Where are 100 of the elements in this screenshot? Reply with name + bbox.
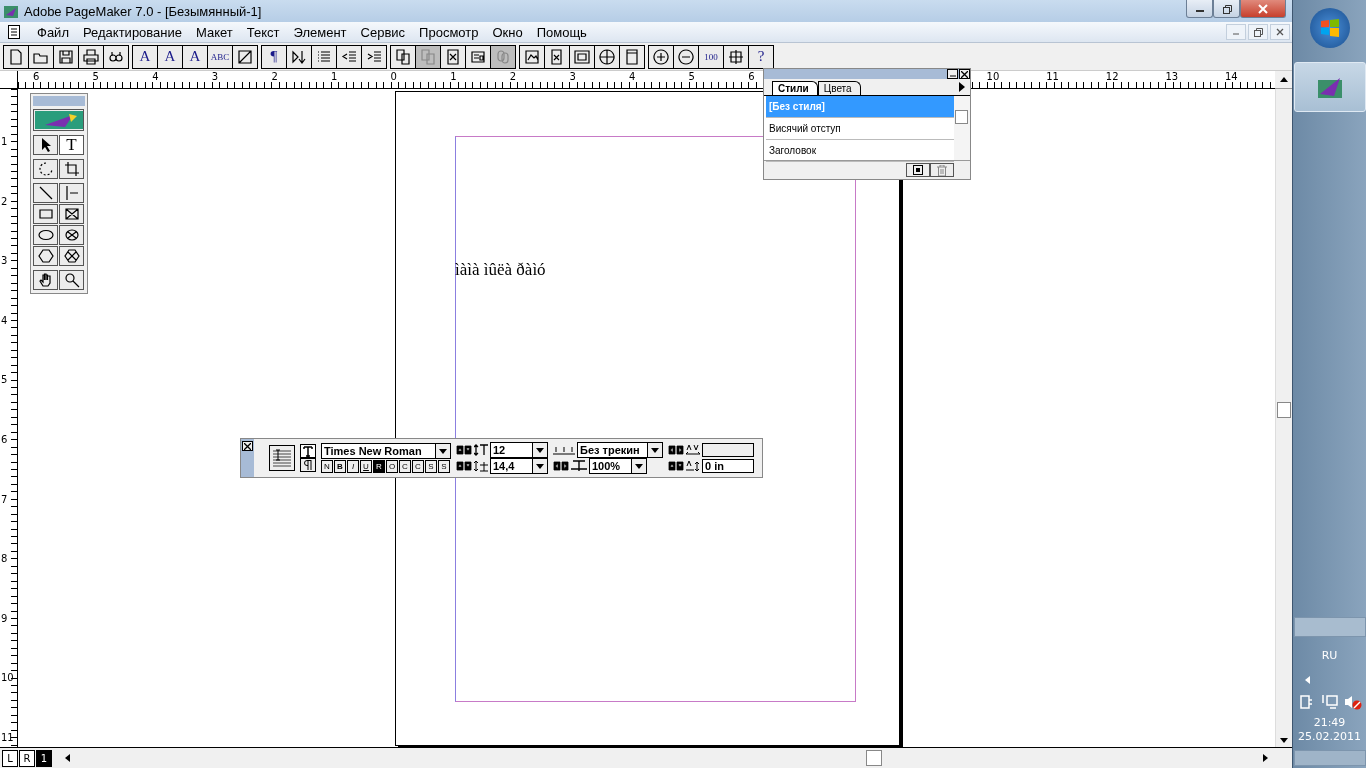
binoculars-button[interactable] <box>104 45 128 68</box>
menu-item[interactable]: Сервис <box>353 24 413 40</box>
network-monitor-icon[interactable] <box>1319 694 1338 710</box>
nudge-buttons[interactable] <box>668 445 684 455</box>
width-dropdown[interactable]: 100% <box>589 458 647 474</box>
type-style-button[interactable]: R <box>373 460 385 473</box>
menu-item[interactable]: Текст <box>239 24 287 40</box>
leading-dropdown[interactable]: 14,4 <box>490 458 548 474</box>
arrow-right-icon[interactable] <box>1263 754 1268 762</box>
palette-tab[interactable]: Цвета <box>817 81 861 95</box>
delete-style-button[interactable] <box>930 163 954 177</box>
polygon-frame-button[interactable] <box>59 246 84 266</box>
show-hidden-icons-arrow-icon[interactable] <box>1305 676 1310 684</box>
bullet-list-button[interactable] <box>312 45 336 68</box>
toolbar-button[interactable]: A <box>158 45 182 68</box>
character-mode-button[interactable] <box>300 444 316 458</box>
flow-arrow-button[interactable] <box>287 45 311 68</box>
type-style-button[interactable]: I <box>347 460 359 473</box>
type-style-button[interactable]: O <box>386 460 398 473</box>
new-style-button[interactable] <box>906 163 930 177</box>
scroll-thumb[interactable] <box>866 750 882 766</box>
paragraph-mode-button[interactable] <box>300 458 316 472</box>
indent-button[interactable] <box>362 45 386 68</box>
baseline-shift-field[interactable]: 0 in <box>702 459 754 473</box>
picture-button[interactable] <box>33 109 84 131</box>
font-size-dropdown[interactable]: 12 <box>490 442 548 458</box>
menu-item[interactable]: Помощь <box>529 24 594 40</box>
rectangle-button[interactable] <box>33 204 58 224</box>
arrow-down-icon[interactable] <box>1280 738 1288 743</box>
diagonal-line-button[interactable] <box>33 183 58 203</box>
speaker-muted-icon[interactable] <box>1343 694 1362 710</box>
restore-button[interactable] <box>1213 0 1240 18</box>
nudge-buttons[interactable] <box>668 461 684 471</box>
toolbar-button[interactable]: A <box>133 45 157 68</box>
frame-button[interactable] <box>441 45 465 68</box>
nudge-buttons[interactable] <box>553 461 569 471</box>
minimize-button[interactable] <box>947 69 958 79</box>
palette-menu-arrow-icon[interactable] <box>959 82 965 92</box>
fill-button[interactable] <box>233 45 257 68</box>
scroll-thumb[interactable] <box>955 110 968 124</box>
rotate-button[interactable] <box>33 159 58 179</box>
nudge-buttons[interactable] <box>456 445 472 455</box>
open-folder-button[interactable] <box>29 45 53 68</box>
ellipse-frame-button[interactable] <box>59 225 84 245</box>
toolbar-button[interactable]: ¶ <box>262 45 286 68</box>
tracking-dropdown[interactable]: Без трекин <box>577 442 663 458</box>
type-style-button[interactable]: B <box>334 460 346 473</box>
polygon-button[interactable] <box>33 246 58 266</box>
constrained-line-button[interactable] <box>59 183 84 203</box>
close-button[interactable] <box>242 441 253 451</box>
pages-button[interactable] <box>391 45 415 68</box>
palette-title-bar[interactable] <box>241 439 254 477</box>
layout-button[interactable] <box>466 45 490 68</box>
type-style-button[interactable]: C <box>412 460 424 473</box>
palette-title-bar[interactable] <box>764 69 970 79</box>
text-tool-button[interactable]: T <box>59 135 84 155</box>
zoom-button[interactable] <box>59 270 84 290</box>
type-style-button[interactable]: S <box>438 460 450 473</box>
power-plug-icon[interactable] <box>1297 694 1314 710</box>
menu-item[interactable]: Редактирование <box>75 24 189 40</box>
document-button[interactable] <box>545 45 569 68</box>
rectangle-frame-button[interactable] <box>59 204 84 224</box>
print-button[interactable] <box>79 45 103 68</box>
toolbar-button[interactable]: ABC <box>208 45 232 68</box>
menu-item[interactable]: Окно <box>485 24 530 40</box>
minimize-button[interactable] <box>1186 0 1213 18</box>
picture-button[interactable] <box>520 45 544 68</box>
new-document-button[interactable] <box>4 45 28 68</box>
page-icon[interactable]: L <box>2 749 18 767</box>
taskbar-scrollbar[interactable] <box>1293 617 1366 637</box>
arrow-left-icon[interactable] <box>65 754 70 762</box>
pdf-button[interactable] <box>620 45 644 68</box>
type-style-button[interactable]: N <box>321 460 333 473</box>
type-style-button[interactable]: U <box>360 460 372 473</box>
photo-button[interactable] <box>570 45 594 68</box>
close-button[interactable] <box>959 69 970 79</box>
font-dropdown[interactable]: Times New Roman <box>321 443 451 459</box>
palette-tab[interactable]: Стили <box>772 81 818 95</box>
ellipse-button[interactable] <box>33 225 58 245</box>
save-disk-button[interactable] <box>54 45 78 68</box>
menu-item[interactable]: Элемент <box>286 24 354 40</box>
toolbar-button[interactable]: A <box>183 45 207 68</box>
scroll-thumb[interactable] <box>1277 402 1291 418</box>
restore-button[interactable] <box>1248 24 1268 40</box>
menu-item[interactable]: Файл <box>30 24 76 40</box>
type-style-button[interactable]: S <box>425 460 437 473</box>
toolbar-button[interactable]: ? <box>749 45 773 68</box>
document-menu-icon[interactable] <box>8 25 20 39</box>
ruler-corner[interactable] <box>0 71 18 89</box>
scroll-up-button[interactable] <box>1275 71 1292 89</box>
apply-button[interactable] <box>269 445 295 471</box>
menu-item[interactable]: Макет <box>189 24 240 40</box>
kerning-field[interactable] <box>702 443 754 457</box>
fit-button[interactable] <box>724 45 748 68</box>
menu-item[interactable]: Просмотр <box>412 24 486 40</box>
hand-button[interactable] <box>33 270 58 290</box>
zoom-in-button[interactable] <box>649 45 673 68</box>
page-icon[interactable]: 1 <box>36 749 52 767</box>
style-list-item[interactable]: Заголовок <box>766 140 954 162</box>
outdent-button[interactable] <box>337 45 361 68</box>
